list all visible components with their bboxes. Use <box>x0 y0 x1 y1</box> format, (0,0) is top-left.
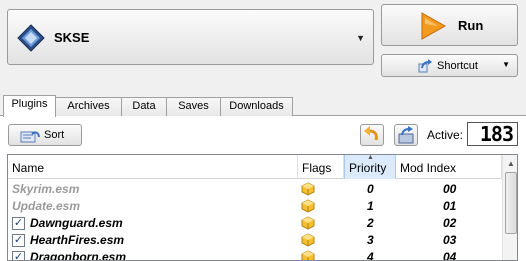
shortcut-arrow-icon <box>418 59 432 73</box>
chevron-down-icon: ▼ <box>356 33 365 43</box>
plugin-priority: 3 <box>367 233 374 247</box>
tab-archives[interactable]: Archives <box>55 97 122 116</box>
tab-downloads[interactable]: Downloads <box>220 97 293 116</box>
plugin-priority: 2 <box>367 216 374 230</box>
undo-arrow-icon <box>364 126 378 141</box>
active-label: Active: <box>427 128 464 142</box>
plugin-name: Update.esm <box>12 199 81 213</box>
sort-label: Sort <box>44 129 65 141</box>
plugin-mod-index: 04 <box>443 250 457 261</box>
master-flag-icon <box>301 233 315 250</box>
plugin-name: Dragonborn.esm <box>30 250 127 261</box>
master-flag-icon <box>301 216 315 233</box>
executable-select[interactable]: SKSE ▼ <box>7 9 374 65</box>
table-header: Name Flags ▲ Priority Mod Index <box>8 155 502 179</box>
sort-icon <box>20 131 40 143</box>
plugin-priority: 0 <box>367 182 374 196</box>
chevron-down-icon: ▼ <box>502 60 510 69</box>
run-label: Run <box>458 18 484 33</box>
plugin-name: Skyrim.esm <box>12 182 80 196</box>
save-arrow-icon <box>398 126 414 144</box>
plugin-row[interactable]: ✓ Dragonborn.esm 4 04 <box>8 249 502 261</box>
plugin-mod-index: 03 <box>443 233 457 247</box>
plugin-priority: 1 <box>367 199 374 213</box>
skse-diamond-icon <box>17 24 45 52</box>
plugin-checkbox[interactable]: ✓ <box>12 234 25 247</box>
tab-saves[interactable]: Saves <box>166 97 221 116</box>
restore-backup-button[interactable] <box>360 124 384 146</box>
plugin-priority: 4 <box>367 250 374 261</box>
tab-plugins[interactable]: Plugins <box>3 95 56 117</box>
plugin-row[interactable]: ✓ Dawnguard.esm 2 02 <box>8 215 502 232</box>
plugin-mod-index: 02 <box>443 216 457 230</box>
create-backup-button[interactable] <box>394 124 418 146</box>
shortcut-label: Shortcut <box>437 60 478 72</box>
plugin-checkbox[interactable]: ✓ <box>12 217 25 230</box>
active-count-display: 183 <box>467 122 518 146</box>
plugin-mod-index: 01 <box>443 199 457 213</box>
column-header-priority[interactable]: ▲ Priority <box>344 155 396 179</box>
sort-ascending-icon: ▲ <box>367 154 374 161</box>
executable-label: SKSE <box>54 30 90 45</box>
scroll-thumb[interactable] <box>505 172 517 234</box>
master-flag-icon <box>301 250 315 260</box>
column-header-name[interactable]: Name <box>8 155 298 179</box>
tab-data[interactable]: Data <box>121 97 167 116</box>
master-flag-icon <box>301 182 315 199</box>
column-header-mod-index[interactable]: Mod Index <box>396 155 502 179</box>
plugin-checkbox[interactable]: ✓ <box>12 251 25 260</box>
shortcut-button[interactable]: Shortcut ▼ <box>381 54 518 77</box>
master-flag-icon <box>301 199 315 216</box>
plugin-list: Name Flags ▲ Priority Mod Index Skyrim.e… <box>7 154 518 261</box>
column-header-flags[interactable]: Flags <box>298 155 344 179</box>
tab-bar: Plugins Archives Data Saves Downloads <box>0 95 526 117</box>
plugin-name: Dawnguard.esm <box>30 216 123 230</box>
plugin-row[interactable]: Update.esm 1 01 <box>8 198 502 215</box>
plugin-row[interactable]: Skyrim.esm 0 00 <box>8 181 502 198</box>
plugin-mod-index: 00 <box>443 182 457 196</box>
plugin-name: HearthFires.esm <box>30 233 125 247</box>
scroll-up-icon[interactable]: ▲ <box>504 156 517 171</box>
play-arrow-icon <box>421 12 446 40</box>
vertical-scrollbar[interactable]: ▲ <box>502 155 517 260</box>
run-button[interactable]: Run <box>381 4 518 46</box>
sort-button[interactable]: Sort <box>8 124 82 146</box>
plugin-row[interactable]: ✓ HearthFires.esm 3 03 <box>8 232 502 249</box>
